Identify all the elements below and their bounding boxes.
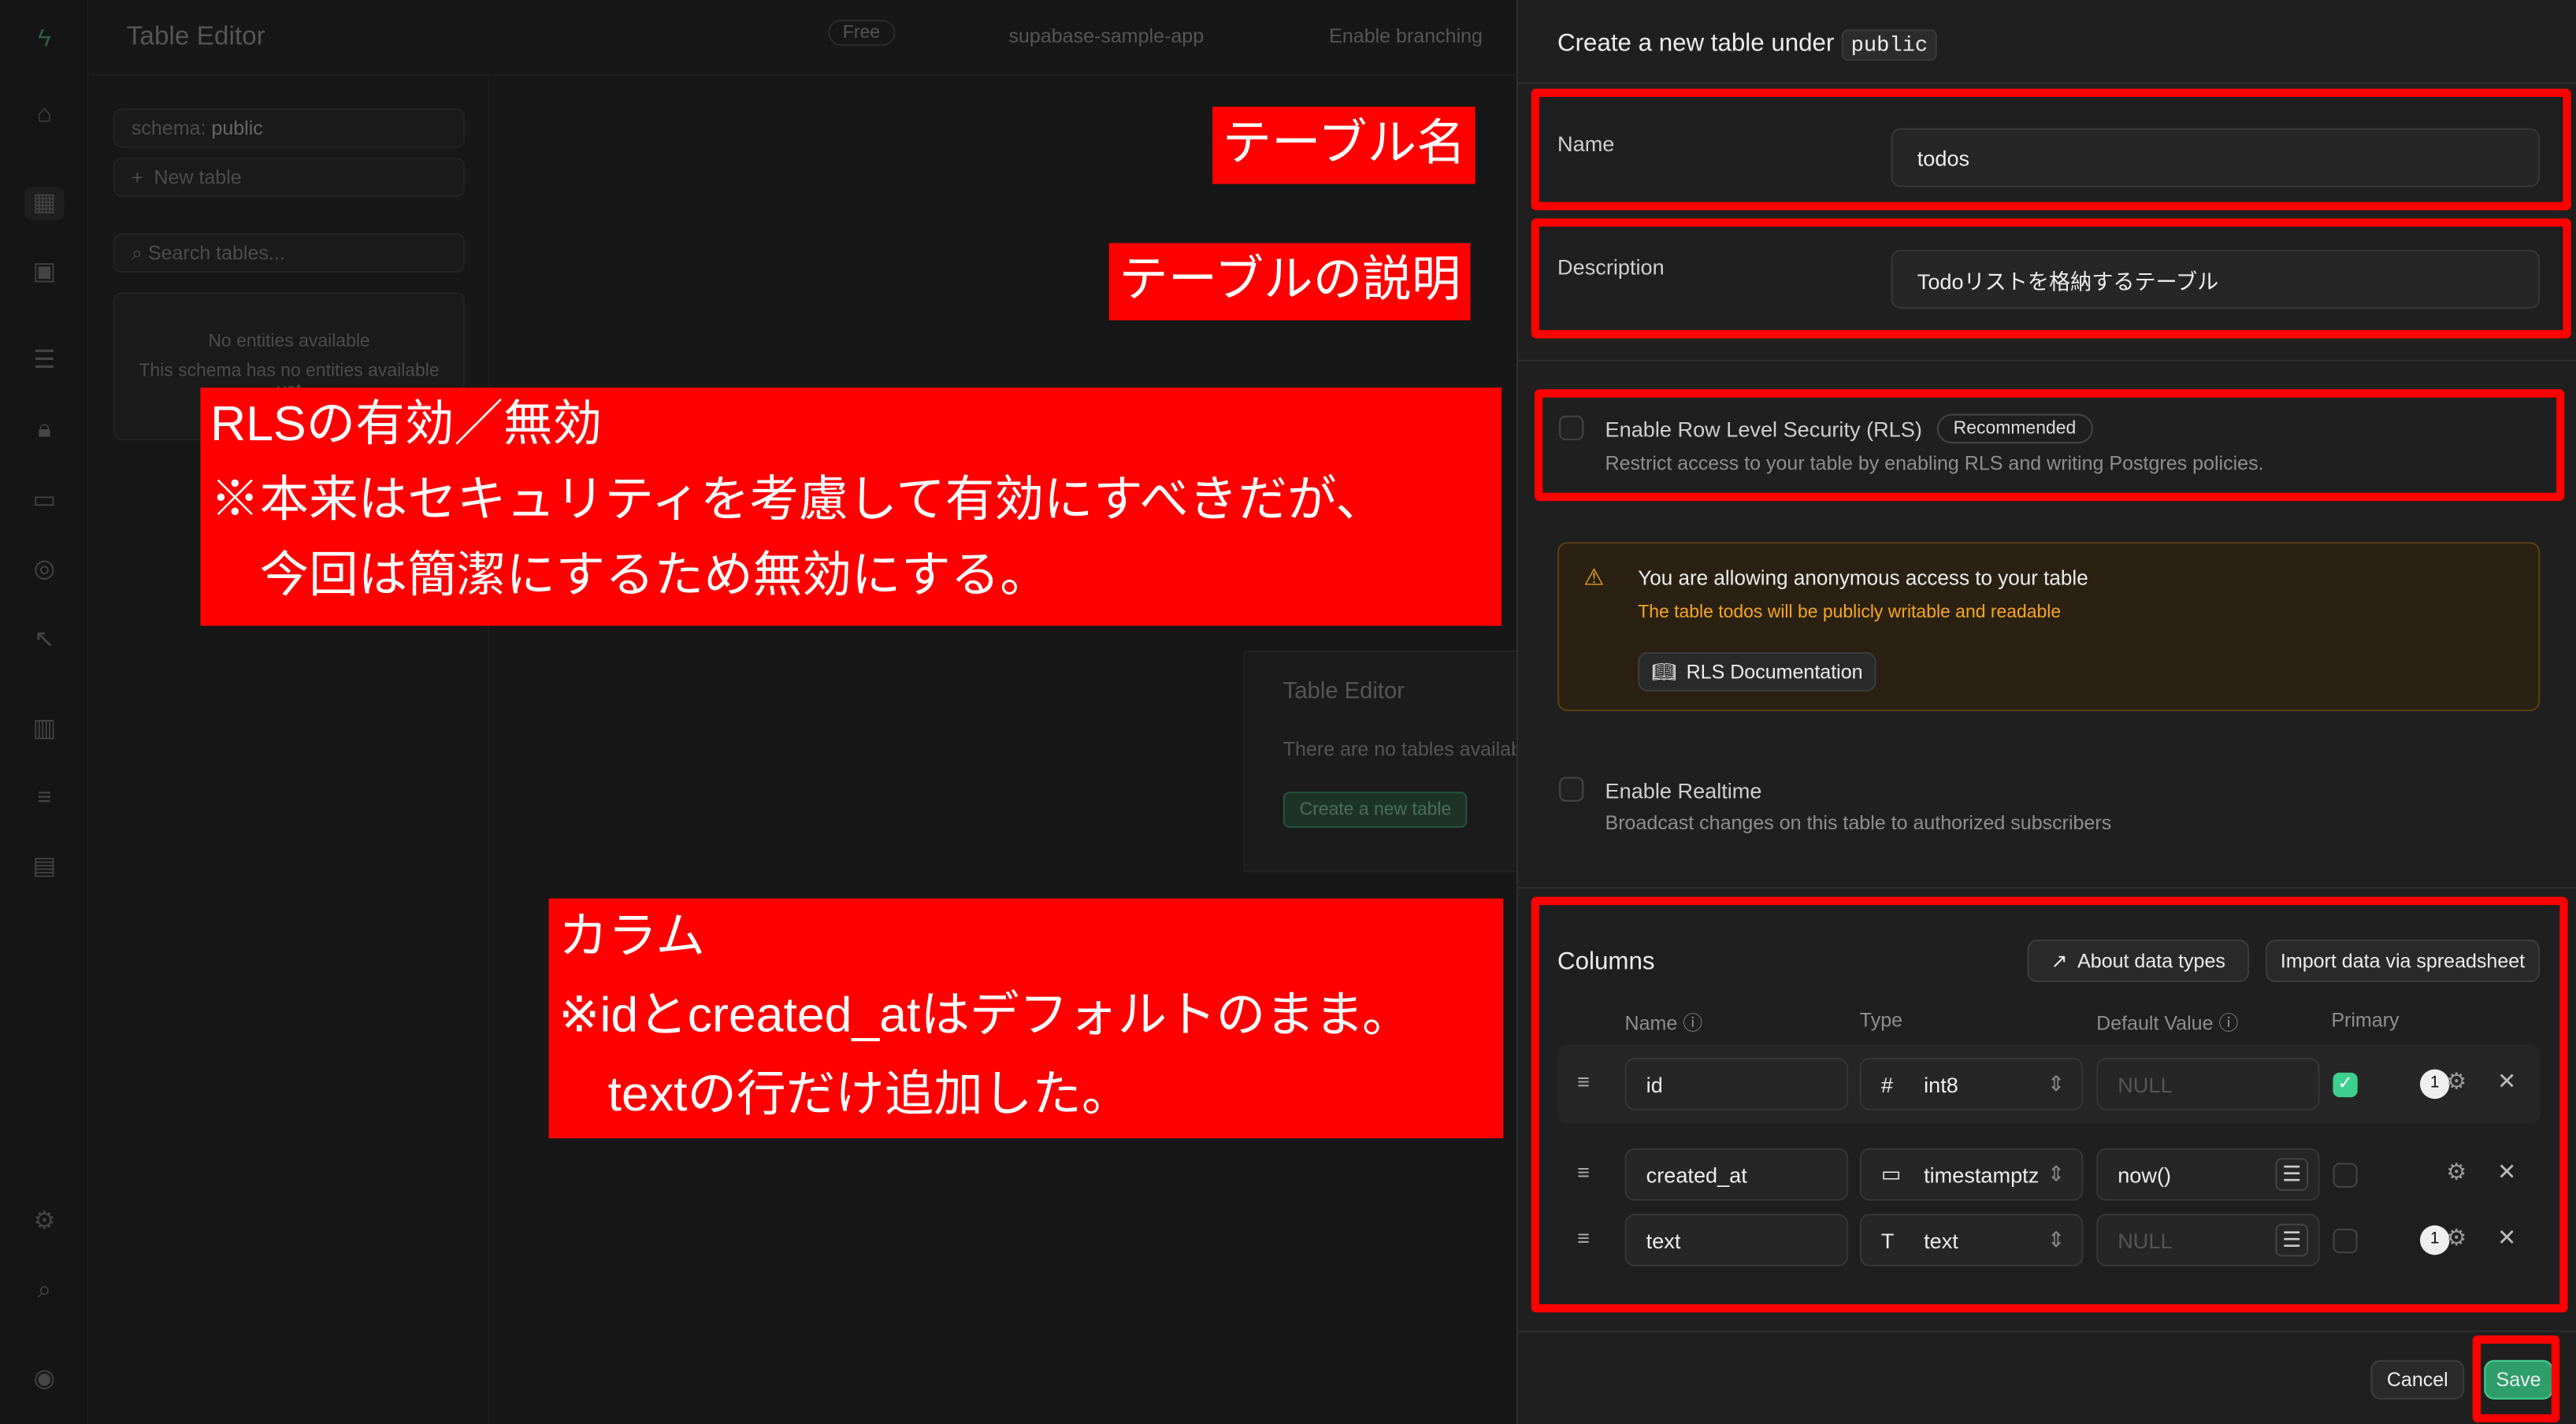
- sql-editor-icon[interactable]: ▣: [28, 256, 61, 289]
- new-table-button[interactable]: + New table: [113, 158, 466, 198]
- footer-divider: [1518, 1330, 2576, 1333]
- divider: [1518, 82, 2576, 84]
- annotation-box-name: [1531, 88, 2571, 210]
- schema-value: public: [211, 117, 263, 140]
- auth-icon[interactable]: 🔒︎: [28, 414, 61, 447]
- project-selector[interactable]: supabase-sample-app: [1008, 24, 1204, 47]
- docs-icon[interactable]: ▤: [28, 851, 61, 884]
- logs-icon[interactable]: ≡: [28, 782, 61, 815]
- annotation-box-description: [1531, 218, 2571, 339]
- rls-doc-label: RLS Documentation: [1686, 660, 1863, 684]
- annotation-box-columns: [1531, 896, 2568, 1313]
- annotation-columns: カラム ※idとcreated_atはデフォルトのまま。 textの行だけ追加し…: [548, 898, 1504, 1139]
- empty-title: No entities available: [208, 332, 370, 352]
- enable-branching-button[interactable]: Enable branching: [1329, 24, 1483, 47]
- reports-icon[interactable]: ▥: [28, 713, 61, 746]
- schema-code: public: [1841, 29, 1938, 61]
- rls-documentation-button[interactable]: 📖︎ RLS Documentation: [1638, 651, 1876, 692]
- realtime-checkbox[interactable]: [1559, 777, 1584, 802]
- annotation-box-save: [2472, 1335, 2560, 1423]
- empty-table-card: Table Editor There are no tables availab…: [1243, 650, 1538, 873]
- divider: [1518, 359, 2576, 362]
- panel-title-text: Create a new table under: [1557, 29, 1835, 57]
- table-icon[interactable]: ▦: [24, 187, 65, 221]
- app: ϟ ⌂ ▦ ▣ ☰ 🔒︎ ▭ ◎ ↖ ▥ ≡ ▤ ⚙ ⌕ ◉ Table Edi…: [0, 0, 2576, 1424]
- panel-title: Create a new table under public: [1557, 29, 1938, 61]
- plan-badge[interactable]: Free: [828, 20, 895, 46]
- search-placeholder: Search tables...: [147, 241, 285, 265]
- new-table-label: New table: [154, 165, 242, 189]
- warning-title: You are allowing anonymous access to you…: [1638, 566, 2088, 590]
- page-title: Table Editor: [126, 23, 265, 51]
- annotation-name: テーブル名: [1212, 106, 1476, 184]
- table-sidebar: schema: public + New table ⌕ Search tabl…: [89, 75, 490, 1424]
- schema-label: schema:: [131, 117, 206, 140]
- book-icon: 📖︎: [1651, 660, 1677, 684]
- edge-functions-icon[interactable]: ↖: [28, 624, 61, 657]
- schema-selector[interactable]: schema: public: [113, 108, 466, 148]
- annotation-box-rls: [1534, 389, 2565, 502]
- card-title: Table Editor: [1282, 677, 1405, 703]
- search-icon[interactable]: ⌕: [28, 1274, 61, 1307]
- warning-desc: The table todos will be publicly writabl…: [1638, 603, 2062, 623]
- user-avatar-icon[interactable]: ◉: [28, 1363, 61, 1396]
- anonymous-access-warning: ⚠ You are allowing anonymous access to y…: [1557, 542, 2541, 712]
- divider: [1518, 887, 2576, 889]
- database-icon[interactable]: ☰: [28, 345, 61, 378]
- annotation-rls: RLSの有効／無効 ※本来はセキュリティを考慮して有効にすべきだが、 今回は簡潔…: [200, 388, 1502, 626]
- realtime-icon[interactable]: ◎: [28, 554, 61, 587]
- realtime-label: Enable Realtime: [1605, 778, 1762, 803]
- nav-rail: ϟ ⌂ ▦ ▣ ☰ 🔒︎ ▭ ◎ ↖ ▥ ≡ ▤ ⚙ ⌕ ◉: [0, 0, 89, 1424]
- supabase-logo-icon[interactable]: ϟ: [28, 23, 61, 56]
- annotation-description: テーブルの説明: [1108, 243, 1471, 321]
- cancel-button[interactable]: Cancel: [2370, 1359, 2465, 1400]
- storage-icon[interactable]: ▭: [28, 484, 61, 517]
- create-table-button[interactable]: Create a new table: [1282, 792, 1468, 829]
- home-icon[interactable]: ⌂: [28, 98, 61, 132]
- search-tables-input[interactable]: ⌕ Search tables...: [113, 233, 466, 273]
- card-desc: There are no tables available: [1282, 737, 1538, 761]
- realtime-description: Broadcast changes on this table to autho…: [1605, 811, 2112, 835]
- warning-icon: ⚠: [1583, 563, 1605, 590]
- settings-icon[interactable]: ⚙: [28, 1206, 61, 1239]
